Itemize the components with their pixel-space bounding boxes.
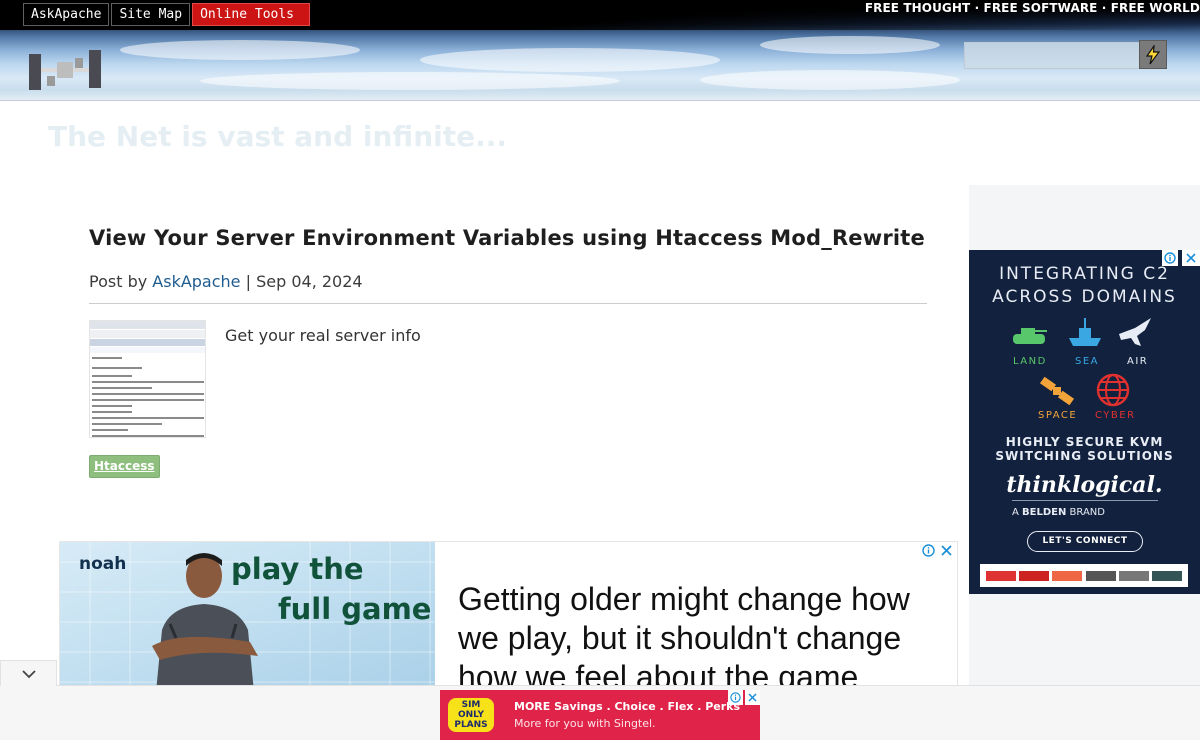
- thumbnail-text-line: [92, 405, 132, 407]
- tank-icon: [1013, 328, 1047, 344]
- thumbnail-text-line: [92, 375, 132, 377]
- post-excerpt: Get your real server info: [225, 326, 421, 345]
- badge-line: PLANS: [454, 720, 488, 730]
- search-button[interactable]: [1139, 40, 1167, 69]
- search-input[interactable]: [964, 42, 1140, 69]
- thumbnail-text-line: [92, 423, 162, 425]
- ad-brand-noah: noah: [79, 554, 127, 574]
- post-meta-separator: |: [245, 272, 251, 291]
- partner-logo: [1018, 570, 1049, 581]
- globe-icon: [1096, 373, 1130, 407]
- belden-prefix: A: [1012, 507, 1019, 518]
- partner-logo: [985, 570, 1016, 581]
- lightning-icon: [1145, 44, 1161, 64]
- ad-slogan-line2: full game: [278, 592, 432, 626]
- thumbnail-text-line: [92, 411, 132, 413]
- partner-logo: [1118, 570, 1149, 581]
- thumbnail-text-line: [92, 381, 204, 383]
- post-thumbnail[interactable]: [89, 320, 206, 438]
- thumbnail-text-line: [92, 429, 128, 431]
- post-by-label: Post by: [89, 272, 148, 291]
- ad-belden-line: A BELDEN BRAND: [1012, 507, 1105, 518]
- domain-space: SPACE: [1038, 410, 1078, 421]
- ad-headline-line1: INTEGRATING C2: [999, 264, 1170, 284]
- ad-divider: [1012, 500, 1158, 501]
- post-date: Sep 04, 2024: [256, 272, 363, 291]
- cloud: [120, 40, 360, 60]
- post-meta: Post by AskApache | Sep 04, 2024: [89, 272, 363, 291]
- post-title[interactable]: View Your Server Environment Variables u…: [89, 226, 925, 250]
- ad-slogan-line1: play the: [231, 552, 364, 586]
- ad-bottom-line1: MORE Savings . Choice . Flex . Perks: [514, 700, 741, 713]
- jet-icon: [1119, 318, 1151, 346]
- post-author-link[interactable]: AskApache: [152, 272, 240, 291]
- partner-logo: [1152, 570, 1183, 581]
- thumbnail-text-line: [92, 417, 204, 419]
- ad-headline-line2: ACROSS DOMAINS: [992, 287, 1177, 307]
- domain-cyber: CYBER: [1095, 410, 1136, 421]
- tag-htaccess[interactable]: Htaccess: [89, 455, 160, 478]
- adchoices-icon[interactable]: [728, 690, 743, 705]
- partner-logo: [1085, 570, 1116, 581]
- top-nav: AskApache Site Map Online Tools: [23, 3, 310, 26]
- site-tagline: FREE THOUGHT · FREE SOFTWARE · FREE WORL…: [864, 1, 1200, 15]
- ad-close-icon[interactable]: [745, 690, 760, 705]
- post-divider: [89, 303, 927, 304]
- thumbnail-text-line: [92, 393, 204, 395]
- cloud: [700, 70, 960, 90]
- sidebar-ad[interactable]: INTEGRATING C2 ACROSS DOMAINS LAND SEA A…: [969, 250, 1200, 594]
- nav-askapache[interactable]: AskApache: [23, 3, 110, 26]
- ad-sub-line2: SWITCHING SOLUTIONS: [995, 449, 1174, 463]
- sim-only-badge: SIM ONLY PLANS: [448, 698, 494, 732]
- badge-line: SIM: [461, 700, 481, 710]
- thumbnail-text-line: [92, 435, 204, 437]
- thumbnail-table-row: [90, 347, 205, 353]
- thumbnail-toolbar: [90, 321, 205, 329]
- partner-logo: [1052, 570, 1083, 581]
- cloud: [200, 72, 620, 90]
- thumbnail-text-line: [92, 387, 152, 389]
- header-banner: AskApache Site Map Online Tools FREE THO…: [0, 0, 1200, 101]
- adchoices-icon[interactable]: [922, 544, 935, 557]
- satellite-icon: [1039, 376, 1075, 406]
- domain-air: AIR: [1127, 356, 1149, 367]
- badge-line: ONLY: [457, 710, 485, 720]
- thumbnail-text-line: [92, 357, 122, 359]
- thumbnail-text-line: [92, 399, 204, 401]
- site-slogan: The Net is vast and infinite...: [48, 120, 508, 153]
- ad-bottom-line2: More for you with Singtel.: [514, 717, 656, 730]
- space-station-icon: [29, 50, 101, 90]
- ship-icon: [1069, 318, 1101, 346]
- nav-site-map[interactable]: Site Map: [111, 3, 191, 26]
- cloud: [420, 48, 720, 72]
- ad-sub-line1: HIGHLY SECURE KVM: [1005, 435, 1164, 449]
- thumbnail-tabs: [90, 330, 205, 338]
- bottom-banner-ad[interactable]: SIM ONLY PLANS MORE Savings . Choice . F…: [440, 690, 760, 740]
- lets-connect-button[interactable]: LET'S CONNECT: [1027, 531, 1143, 552]
- belden-name: BELDEN: [1022, 507, 1067, 518]
- ad-brand: thinklogical.: [1006, 472, 1163, 498]
- nav-online-tools[interactable]: Online Tools: [192, 3, 310, 26]
- ad-close-icon[interactable]: [940, 544, 953, 557]
- belden-suffix: BRAND: [1069, 507, 1105, 518]
- collapse-ad-toggle[interactable]: [0, 660, 57, 686]
- thumbnail-text-line: [92, 367, 142, 369]
- cloud: [760, 36, 940, 54]
- in-content-ad[interactable]: noah play the full game Getting older mi…: [59, 541, 958, 691]
- chevron-down-icon: [21, 669, 36, 678]
- domain-sea: SEA: [1075, 356, 1100, 367]
- ad-headline: Getting older might change how we play, …: [458, 581, 910, 691]
- domain-land: LAND: [1013, 356, 1047, 367]
- ad-photo: noah play the full game: [60, 542, 435, 690]
- thumbnail-table-header: [90, 339, 205, 346]
- ad-partner-logos: [980, 564, 1188, 587]
